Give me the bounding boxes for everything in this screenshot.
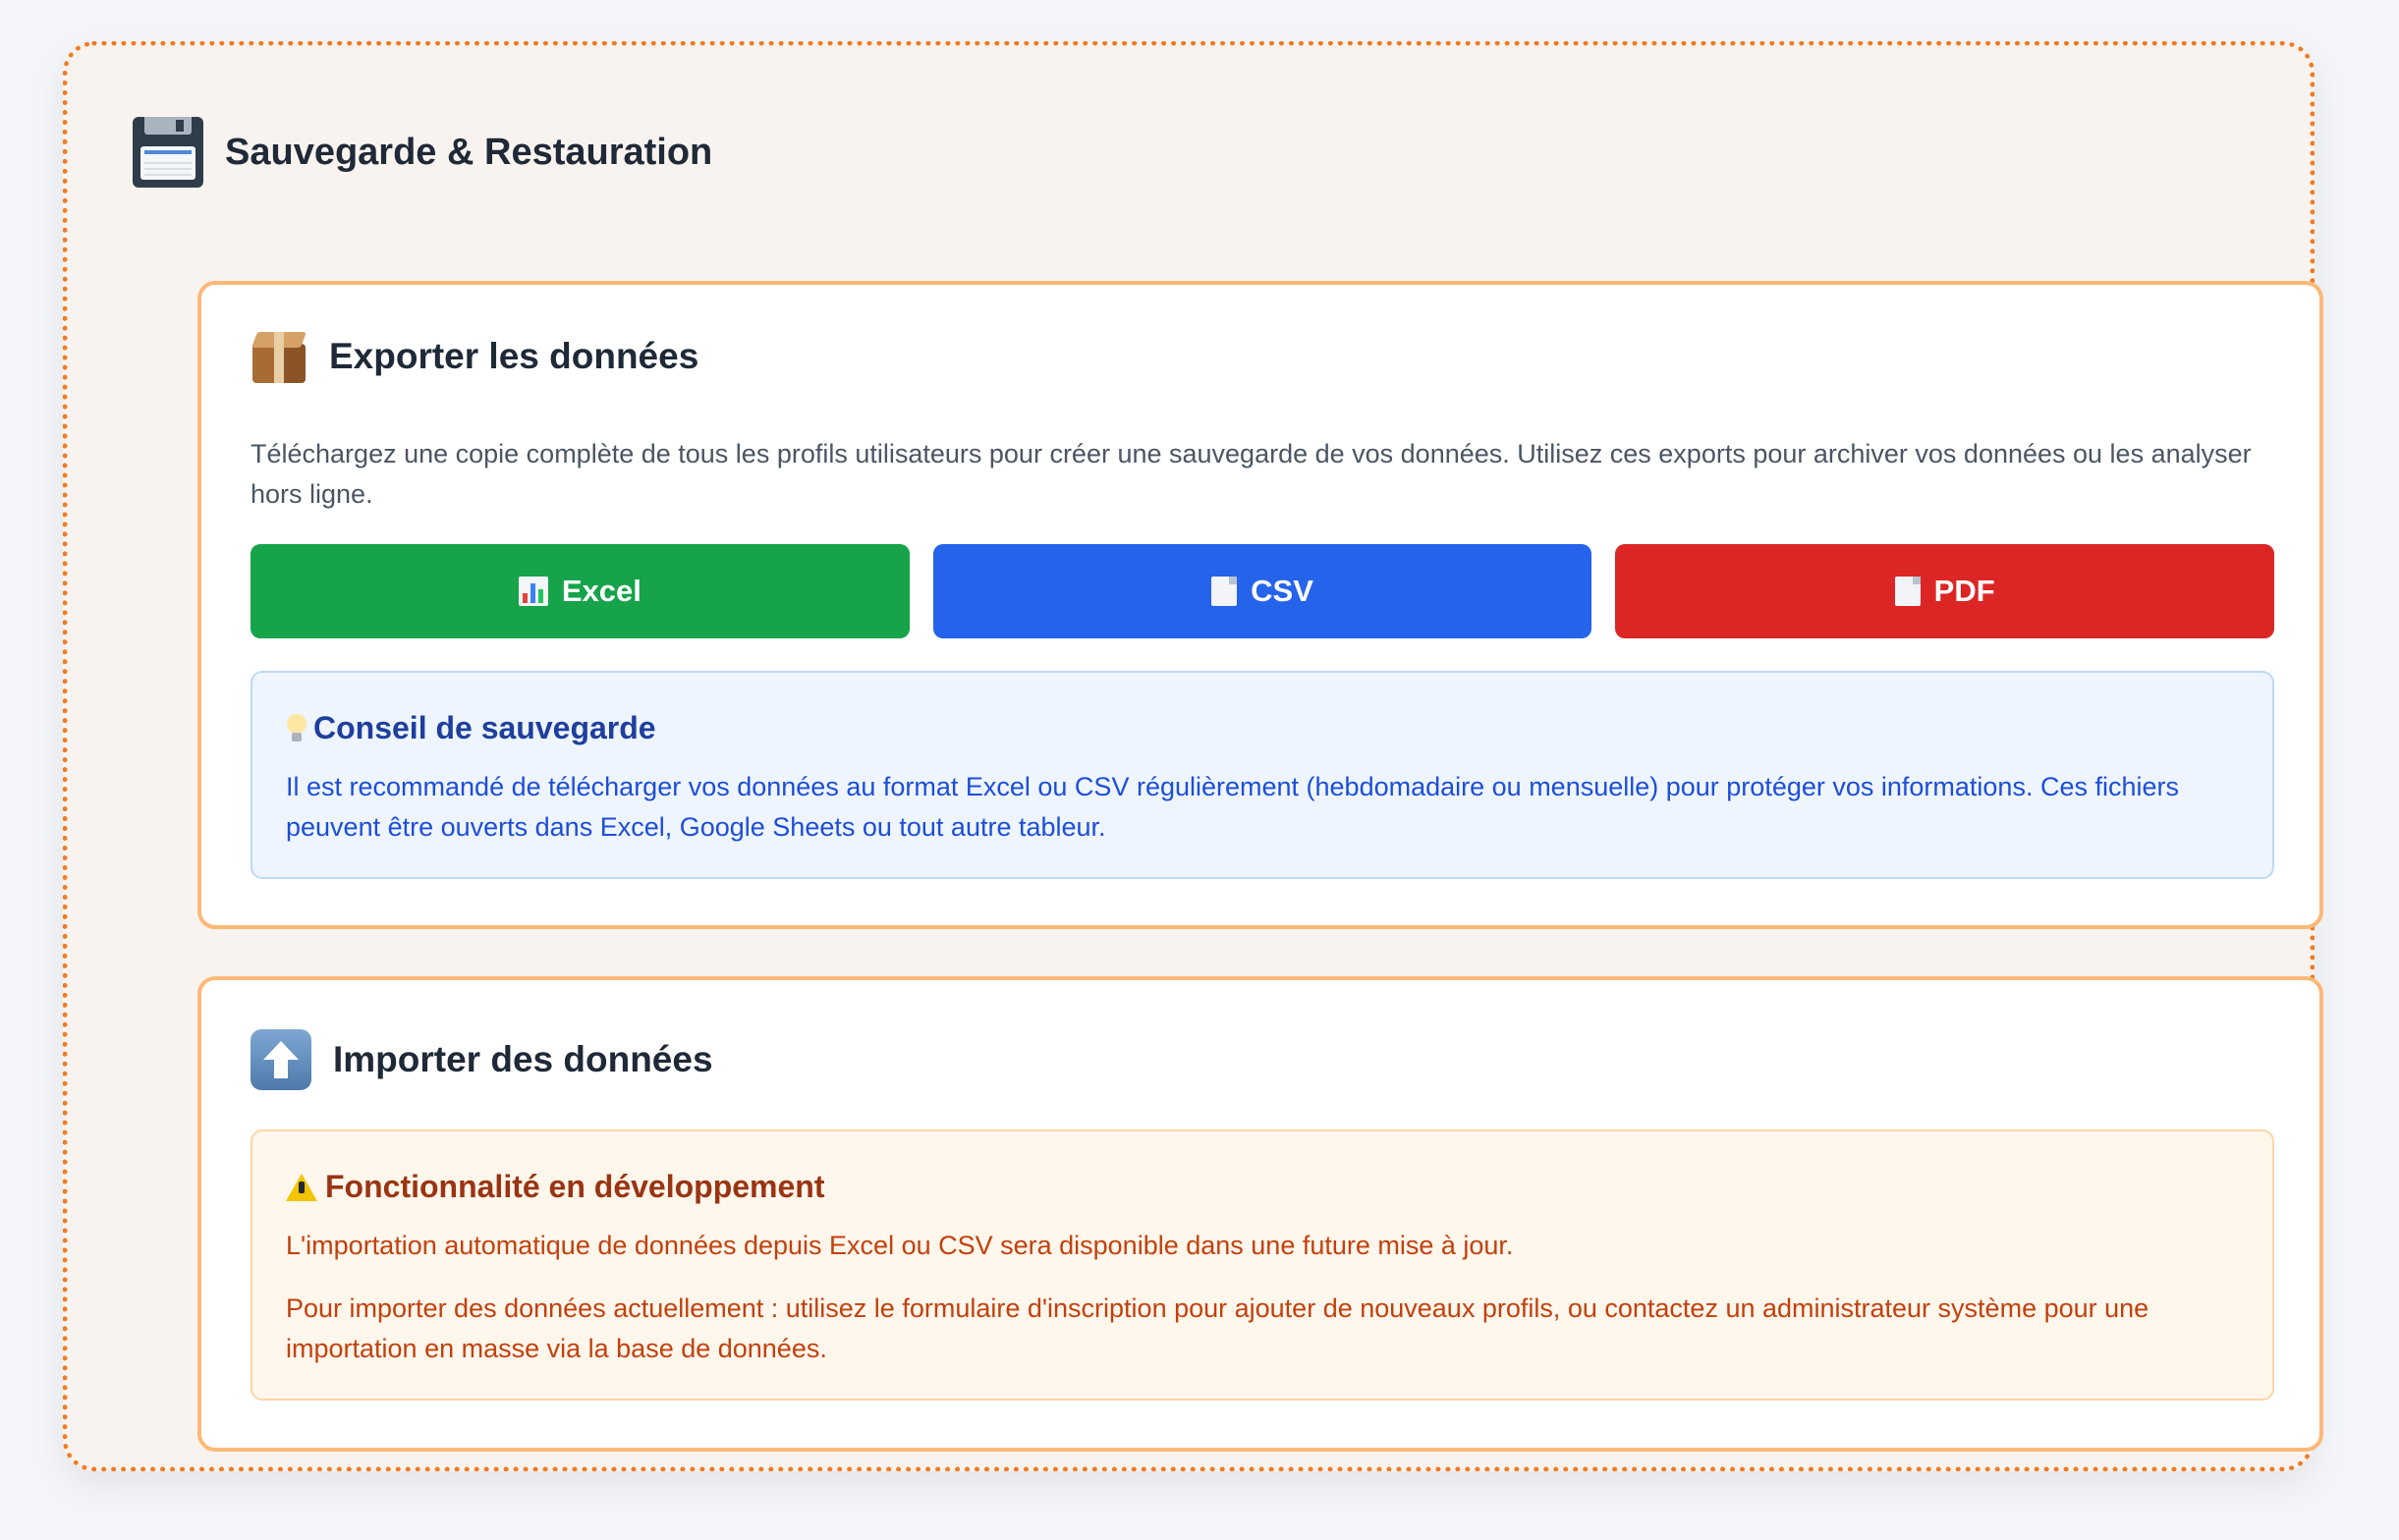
- document-icon: [1211, 577, 1238, 606]
- warning-title: Fonctionnalité en développement: [325, 1169, 825, 1204]
- page-header: Sauvegarde & Restauration: [133, 113, 712, 192]
- warning-text-2: Pour importer des données actuellement :…: [286, 1293, 2149, 1363]
- export-description: Téléchargez une copie complète de tous l…: [251, 439, 2252, 509]
- bar-chart-icon: [518, 577, 548, 606]
- warning-text-1: L'importation automatique de données dep…: [286, 1231, 1514, 1260]
- arrow-up-icon: [251, 1029, 311, 1090]
- backup-tip-header: Conseil de sauvegarde: [286, 710, 656, 746]
- backup-restore-panel: Sauvegarde & Restauration Exporter les d…: [63, 41, 2323, 1471]
- floppy-disk-icon: [133, 117, 203, 188]
- export-csv-label: CSV: [1251, 574, 1313, 608]
- export-card: Exporter les données Téléchargez une cop…: [197, 281, 2323, 929]
- export-pdf-button[interactable]: PDF: [1615, 544, 2275, 638]
- backup-tip-title: Conseil de sauvegarde: [313, 710, 656, 745]
- warning-icon: [286, 1173, 317, 1201]
- development-warning-box: Fonctionnalité en développement L'import…: [251, 1129, 2274, 1401]
- import-title: Importer des données: [333, 1039, 713, 1079]
- backup-tip-text: Il est recommandé de télécharger vos don…: [286, 772, 2179, 842]
- import-card: Importer des données Fonctionnalité en d…: [197, 976, 2323, 1452]
- package-icon: [251, 328, 307, 385]
- export-csv-button[interactable]: CSV: [932, 544, 1592, 638]
- import-card-header: Importer des données: [251, 1029, 713, 1090]
- export-buttons: Excel CSV PDF: [251, 544, 2275, 638]
- export-card-header: Exporter les données: [251, 328, 698, 385]
- lightbulb-icon: [286, 712, 307, 745]
- warning-header: Fonctionnalité en développement: [286, 1169, 825, 1205]
- page-title: Sauvegarde & Restauration: [225, 131, 713, 173]
- export-excel-button[interactable]: Excel: [251, 544, 910, 638]
- document-icon: [1894, 577, 1921, 606]
- export-title: Exporter les données: [329, 336, 699, 376]
- export-excel-label: Excel: [561, 574, 642, 608]
- backup-tip-box: Conseil de sauvegarde Il est recommandé …: [251, 671, 2274, 879]
- export-pdf-label: PDF: [1933, 574, 1995, 608]
